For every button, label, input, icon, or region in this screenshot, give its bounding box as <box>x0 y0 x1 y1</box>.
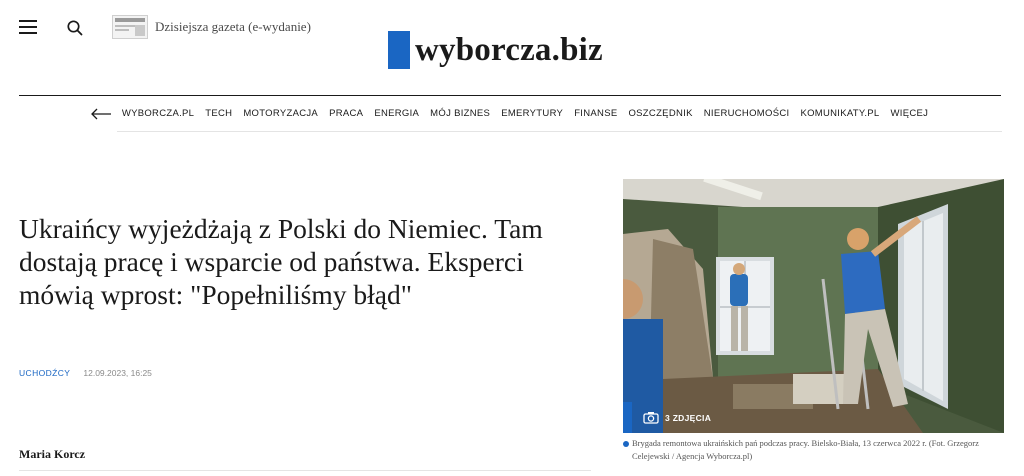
top-header: Dzisiejsza gazeta (e-wydanie) wyborcza.b… <box>0 0 1024 96</box>
newspaper-thumbnail <box>112 15 148 39</box>
nav-item-wyborcza[interactable]: WYBORCZA.PL <box>122 108 194 119</box>
nav-item-praca[interactable]: PRACA <box>329 108 363 119</box>
e-edition-label: Dzisiejsza gazeta (e-wydanie) <box>155 19 311 34</box>
nav-item-emerytury[interactable]: EMERYTURY <box>501 108 563 119</box>
nav-item-komunikaty[interactable]: KOMUNIKATY.PL <box>800 108 879 119</box>
nav-item-wiecej[interactable]: WIĘCEJ <box>890 108 928 119</box>
e-edition-link[interactable]: Dzisiejsza gazeta (e-wydanie) <box>112 15 311 39</box>
article-photo-image <box>623 179 1004 433</box>
header-divider <box>19 95 1001 96</box>
nav-item-motoryzacja[interactable]: MOTORYZACJA <box>243 108 318 119</box>
article-headline: Ukraińcy wyjeżdżają z Polski do Niemiec.… <box>19 213 543 310</box>
nav-divider <box>117 131 1002 132</box>
photo-caption: Brygada remontowa ukraińskich pań podcza… <box>623 437 1004 463</box>
nav-item-energia[interactable]: ENERGIA <box>374 108 419 119</box>
logo-mark <box>388 31 410 69</box>
camera-icon <box>643 412 659 424</box>
section-nav: WYBORCZA.PL TECH MOTORYZACJA PRACA ENERG… <box>0 100 1024 127</box>
nav-item-tech[interactable]: TECH <box>205 108 232 119</box>
article-date: 12.09.2023, 16:25 <box>83 368 152 378</box>
article-meta: UCHODŹCY 12.09.2023, 16:25 <box>19 368 152 378</box>
article-author[interactable]: Maria Korcz <box>19 447 85 462</box>
article-photo[interactable]: 3 ZDJĘCIA <box>623 179 1004 433</box>
menu-icon[interactable] <box>19 20 37 34</box>
nav-item-oszczednik[interactable]: OSZCZĘDNIK <box>628 108 692 119</box>
caption-bullet <box>623 441 629 447</box>
nav-item-moj-biznes[interactable]: MÓJ BIZNES <box>430 108 490 119</box>
article-category-link[interactable]: UCHODŹCY <box>19 368 70 378</box>
arrow-left-icon[interactable] <box>90 108 112 120</box>
nav-item-nieruchomosci[interactable]: NIERUCHOMOŚCI <box>704 108 790 119</box>
search-icon[interactable] <box>66 19 84 37</box>
nav-item-finanse[interactable]: FINANSE <box>574 108 617 119</box>
author-divider <box>19 470 591 471</box>
caption-text: Brygada remontowa ukraińskich pań podcza… <box>632 438 979 461</box>
gallery-button[interactable]: 3 ZDJĘCIA <box>623 402 723 433</box>
site-logo[interactable]: wyborcza.biz <box>388 30 603 70</box>
logo-text: wyborcza.biz <box>415 31 603 68</box>
gallery-count: 3 ZDJĘCIA <box>665 412 712 423</box>
